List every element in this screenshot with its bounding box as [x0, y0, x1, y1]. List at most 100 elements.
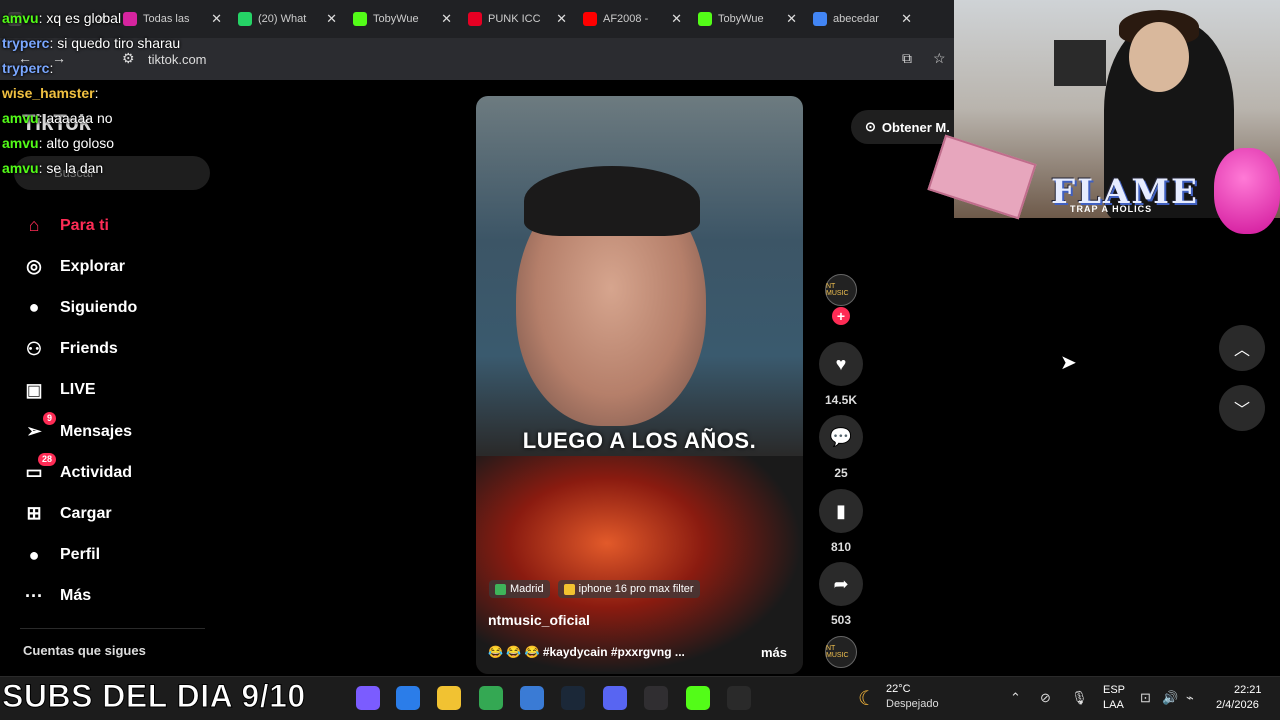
chat-text: : alto goloso [38, 135, 115, 151]
bookmark-icon: ▮ [836, 500, 846, 521]
browser-tab[interactable]: TobyWue ✕ [345, 0, 460, 38]
tray-expand-icon[interactable]: ⌃ [1010, 690, 1021, 706]
kick-icon[interactable] [686, 686, 710, 710]
sidebar-item-live[interactable]: ▣ LIVE [20, 370, 210, 411]
close-tab-icon[interactable]: ✕ [441, 11, 452, 27]
comment-icon: 💬 [829, 426, 853, 447]
mouse-cursor-icon: ➤ [1060, 352, 1077, 374]
input-language[interactable]: ESP [1103, 684, 1125, 696]
network-icon[interactable]: ⊡ [1140, 690, 1151, 706]
sidebar-item-label: Actividad [60, 463, 133, 481]
volume-icon[interactable]: 🔊 [1162, 690, 1178, 706]
battery-icon[interactable]: ⌁ [1186, 690, 1194, 706]
steam-icon[interactable] [561, 686, 585, 710]
video-description: 😂 😂 😂 #kaydycain #pxxrgvng ... [488, 645, 685, 659]
chat-text: : aaaaaa no [38, 110, 113, 126]
effect-icon [563, 583, 575, 595]
video-player[interactable]: LUEGO A LOS AÑOS. Madrid iphone 16 pro m… [476, 96, 803, 674]
more-link[interactable]: más [761, 645, 787, 660]
chat-username: amvu [2, 10, 39, 26]
chrome-icon[interactable] [479, 686, 503, 710]
sidebar-item-label: Friends [60, 340, 118, 358]
tab-title: abecedar [833, 13, 879, 25]
moon-weather-icon[interactable]: ☾ [858, 686, 876, 711]
bookmark-star-icon[interactable]: ☆ [933, 50, 946, 67]
sidebar-item-explorar[interactable]: ◎ Explorar [20, 246, 210, 287]
sidebar-item-friends[interactable]: ⚇ Friends [20, 329, 210, 370]
obs-icon[interactable] [644, 686, 668, 710]
save-count: 810 [830, 540, 852, 554]
chat-message: wise_hamster: [2, 81, 180, 106]
chat-message: amvu: aaaaaa no [2, 106, 180, 131]
chevron-down-icon: ﹀ [1233, 402, 1250, 419]
copilot-icon[interactable] [356, 686, 380, 710]
location-tag[interactable]: Madrid [489, 580, 550, 598]
close-tab-icon[interactable]: ✕ [556, 11, 567, 27]
chat-username: wise_hamster [2, 85, 95, 101]
compass-icon: ◎ [26, 256, 42, 277]
sidebar-item-más[interactable]: ··· Más [20, 576, 210, 617]
close-tab-icon[interactable]: ✕ [326, 11, 337, 27]
wall-poster [1054, 40, 1106, 86]
location-tag-label: Madrid [510, 583, 544, 595]
discord-icon[interactable] [603, 686, 627, 710]
sidebar-item-mensajes[interactable]: ➢ 9 Mensajes [20, 411, 210, 452]
sidebar-item-actividad[interactable]: ▭ 28 Actividad [20, 452, 210, 493]
sidebar-item-perfil[interactable]: ● Perfil [20, 535, 210, 576]
browser-tab[interactable]: PUNK ICC ✕ [460, 0, 575, 38]
flame-logo-subtitle: TRAP A HOLICS [1070, 204, 1153, 214]
clock-time[interactable]: 22:21 [1234, 684, 1262, 696]
store-icon[interactable] [520, 686, 544, 710]
chat-text: : se la dan [38, 160, 104, 176]
close-tab-icon[interactable]: ✕ [901, 11, 912, 27]
chat-message: amvu: se la dan [2, 156, 180, 181]
tab-title: TobyWue [373, 13, 419, 25]
close-tab-icon[interactable]: ✕ [786, 11, 797, 27]
comment-button[interactable]: 💬 [819, 415, 863, 459]
chat-text: : si quedo tiro sharau [49, 35, 181, 51]
install-app-icon[interactable]: ⧉ [902, 50, 912, 67]
app-icon: ⊙ [865, 119, 876, 134]
share-button[interactable]: ➦ [819, 562, 863, 606]
file-explorer-icon[interactable] [437, 686, 461, 710]
notification-badge: 28 [37, 452, 56, 466]
clock-date[interactable]: 2/4/2026 [1216, 699, 1259, 711]
microphone-icon[interactable]: 🎙 [1071, 690, 1088, 706]
chat-username: tryperc [2, 60, 50, 76]
browser-tab[interactable]: AF2008 - ✕ [575, 0, 690, 38]
tab-favicon-icon [583, 12, 597, 26]
video-author[interactable]: ntmusic_oficial [488, 612, 590, 628]
chat-message: tryperc: si quedo tiro sharau [2, 31, 180, 56]
sidebar-item-siguiendo[interactable]: ● Siguiendo [20, 287, 210, 328]
input-language-variant[interactable]: LAA [1103, 699, 1124, 711]
browser-tab[interactable]: TobyWue ✕ [690, 0, 805, 38]
follow-plus-icon[interactable]: + [832, 307, 850, 325]
browser-tab[interactable]: abecedar ✕ [805, 0, 920, 38]
tab-title: AF2008 - [603, 13, 649, 25]
previous-video-button[interactable]: ︿ [1219, 325, 1265, 371]
comment-count: 25 [834, 466, 848, 480]
video-tags: Madrid iphone 16 pro max filter [489, 580, 700, 598]
browser-tab[interactable]: (20) What ✕ [230, 0, 345, 38]
chat-text: : [94, 85, 99, 101]
tray-app-icon[interactable]: ⊘ [1040, 690, 1051, 706]
upload-icon: ⊞ [26, 503, 42, 524]
weather-temp[interactable]: 22°C [886, 683, 911, 695]
mail-icon[interactable] [396, 686, 420, 710]
sidebar-item-cargar[interactable]: ⊞ Cargar [20, 493, 210, 534]
next-video-button[interactable]: ﹀ [1219, 385, 1265, 431]
effect-tag[interactable]: iphone 16 pro max filter [557, 580, 700, 598]
like-button[interactable]: ♥ [819, 342, 863, 386]
author-avatar[interactable]: NT MUSIC [825, 274, 857, 306]
music-disc-avatar[interactable]: NT MUSIC [825, 636, 857, 668]
heart-icon: ♥ [835, 353, 847, 374]
save-button[interactable]: ▮ [819, 489, 863, 533]
sidebar-item-para-ti[interactable]: ⌂ Para ti [20, 205, 210, 246]
epic-games-icon[interactable] [727, 686, 751, 710]
close-tab-icon[interactable]: ✕ [671, 11, 682, 27]
weather-desc[interactable]: Despejado [886, 698, 939, 710]
chat-username: amvu [2, 135, 39, 151]
sidebar-item-label: Cargar [60, 504, 112, 522]
sidebar-item-label: Para ti [60, 216, 109, 234]
close-tab-icon[interactable]: ✕ [211, 11, 222, 27]
